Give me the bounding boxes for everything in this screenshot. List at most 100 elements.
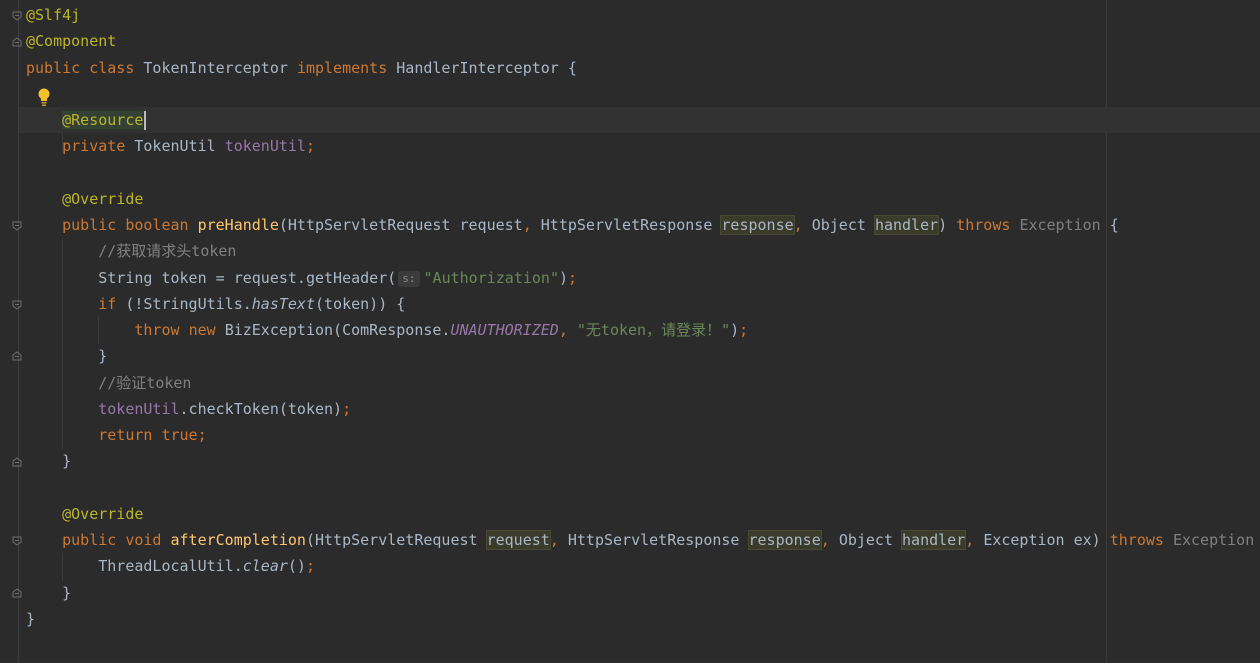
code-line[interactable]: @Component	[26, 28, 116, 54]
code-line[interactable]: //验证token	[26, 370, 191, 396]
brace: }	[26, 610, 36, 628]
keyword: new	[188, 321, 216, 339]
fold-marker-icon[interactable]	[11, 299, 23, 311]
code-editor[interactable]: @Slf4j @Component public class TokenInte…	[0, 0, 1260, 663]
code-text: BizException(ComResponse.	[224, 321, 451, 339]
fold-marker-icon[interactable]	[11, 587, 23, 599]
type-name: HttpServletRequest	[315, 531, 478, 549]
current-line-highlight	[19, 107, 1260, 133]
method-name: preHandle	[197, 216, 279, 234]
type-name: HttpServletRequest	[287, 216, 451, 234]
comma: ,	[820, 531, 830, 549]
semicolon: ;	[305, 557, 315, 575]
code-line[interactable]: ThreadLocalUtil.clear();	[26, 553, 315, 579]
code-text: ()	[287, 557, 306, 575]
code-text: ThreadLocalUtil.	[98, 557, 243, 575]
interface-name: HandlerInterceptor	[396, 59, 559, 77]
code-line[interactable]: @Override	[26, 501, 143, 527]
brace: }	[62, 584, 72, 602]
code-line[interactable]: throw new BizException(ComResponse.UNAUT…	[26, 317, 748, 343]
fold-marker-icon[interactable]	[11, 10, 23, 22]
code-line[interactable]: //获取请求头token	[26, 238, 236, 264]
param-name: request	[459, 216, 523, 234]
type-name: TokenUtil	[134, 137, 216, 155]
comma: ,	[549, 531, 559, 549]
keyword: true	[161, 426, 198, 444]
type-name: Object	[838, 531, 893, 549]
code-text: (token)) {	[315, 295, 406, 313]
code-line[interactable]: public boolean preHandle(HttpServletRequ…	[26, 212, 1119, 238]
method-name: afterCompletion	[170, 531, 306, 549]
code-text: Exception ex)	[983, 531, 1101, 549]
brace: {	[567, 59, 577, 77]
type-name: Object	[811, 216, 866, 234]
paren: (	[305, 531, 315, 549]
code-line[interactable]: }	[26, 580, 71, 606]
unused-param: response	[720, 215, 795, 235]
keyword: implements	[296, 59, 388, 77]
unused-param: handler	[901, 530, 967, 550]
brace: }	[98, 347, 108, 365]
semicolon: ;	[739, 321, 749, 339]
annotation: @Slf4j	[26, 6, 81, 24]
code-text: (!StringUtils.	[116, 295, 252, 313]
fold-marker-icon[interactable]	[11, 220, 23, 232]
code-text: String token = request.getHeader(	[98, 269, 397, 287]
code-line[interactable]: private TokenUtil tokenUtil;	[26, 133, 315, 159]
code-line[interactable]: }	[26, 606, 35, 632]
comma: ,	[558, 321, 568, 339]
exception-type: Exception	[1019, 216, 1101, 234]
annotation: @Resource	[62, 111, 144, 129]
gutter-separator	[18, 0, 19, 663]
fold-marker-icon[interactable]	[11, 535, 23, 547]
static-constant: UNAUTHORIZED	[450, 321, 559, 339]
fold-marker-icon[interactable]	[11, 350, 23, 362]
static-method: hasText	[251, 295, 315, 313]
code-line[interactable]: }	[26, 343, 107, 369]
exception-type: Exception	[1172, 531, 1255, 549]
semicolon: ;	[568, 269, 578, 287]
parameter-hint: s:	[398, 270, 420, 287]
lightbulb-icon[interactable]	[36, 87, 52, 107]
comma: ,	[522, 216, 532, 234]
keyword: if	[98, 295, 117, 313]
code-line[interactable]: return true;	[26, 422, 206, 448]
field-name: tokenUtil	[224, 137, 306, 155]
fold-marker-icon[interactable]	[11, 456, 23, 468]
comment: //验证token	[98, 374, 192, 392]
keyword: public	[62, 531, 117, 549]
code-line[interactable]: public void afterCompletion(HttpServletR…	[26, 527, 1254, 553]
code-line[interactable]: if (!StringUtils.hasText(token)) {	[26, 291, 405, 317]
fold-marker-icon[interactable]	[11, 36, 23, 48]
brace: {	[1109, 216, 1119, 234]
paren: (	[278, 216, 288, 234]
code-line[interactable]: public class TokenInterceptor implements…	[26, 55, 577, 81]
class-name: TokenInterceptor	[143, 59, 288, 77]
keyword: public	[62, 216, 117, 234]
keyword: boolean	[125, 216, 189, 234]
code-line[interactable]: String token = request.getHeader(s: "Auth…	[26, 265, 577, 291]
type-name: HttpServletResponse	[567, 531, 740, 549]
static-method: clear	[242, 557, 288, 575]
unused-param: handler	[873, 215, 940, 235]
code-line[interactable]: @Slf4j	[26, 2, 80, 28]
keyword: private	[62, 137, 126, 155]
keyword: throws	[956, 216, 1011, 234]
code-line[interactable]: }	[26, 448, 71, 474]
keyword: return	[98, 426, 153, 444]
annotation: @Component	[26, 32, 117, 50]
type-name: HttpServletResponse	[540, 216, 713, 234]
annotation: @Override	[62, 505, 144, 523]
keyword: void	[125, 531, 162, 549]
semicolon: ;	[305, 137, 315, 155]
comment: //获取请求头token	[98, 242, 237, 260]
paren: )	[558, 269, 569, 287]
unused-param: request	[485, 530, 551, 550]
semicolon: ;	[342, 400, 352, 418]
code-line[interactable]: @Override	[26, 186, 143, 212]
code-line[interactable]: @Resource	[26, 107, 147, 133]
paren: )	[730, 321, 740, 339]
code-line[interactable]: tokenUtil.checkToken(token);	[26, 396, 351, 422]
unused-param: response	[747, 530, 822, 550]
keyword: throw	[134, 321, 180, 339]
